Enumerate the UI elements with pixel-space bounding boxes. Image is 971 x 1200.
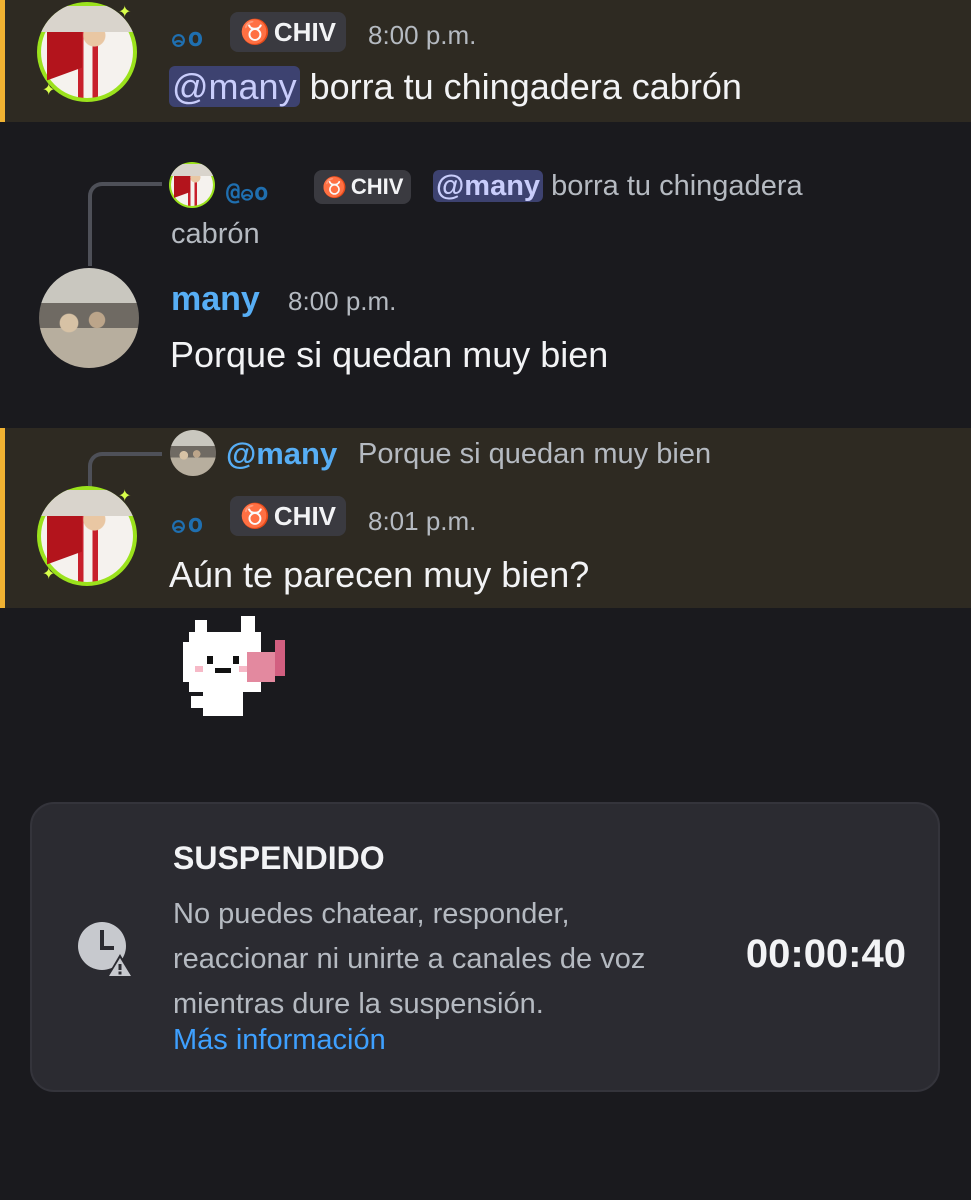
suspension-notice: SUSPENDIDO No puedes chatear, responder,… xyxy=(30,802,940,1092)
message-text: Porque si quedan muy bien xyxy=(170,334,609,375)
suspension-timer: 00:00:40 xyxy=(745,932,906,976)
timestamp: 8:00 p.m. xyxy=(368,20,477,50)
pixel-cat-sticker[interactable] xyxy=(175,612,293,724)
reply-avatar[interactable] xyxy=(169,162,215,208)
role-tag-label: CHIV xyxy=(273,16,337,47)
more-info-link[interactable]: Más información xyxy=(173,1024,386,1057)
timestamp: 8:01 p.m. xyxy=(368,506,477,536)
sparkle-icon: ✦ xyxy=(42,80,56,99)
reply-connector xyxy=(88,182,162,266)
username[interactable]: ဓo xyxy=(171,506,205,545)
goat-icon: ♉ xyxy=(322,176,347,199)
reply-mention[interactable]: @many xyxy=(433,170,544,202)
reply-author[interactable]: @many xyxy=(226,436,337,472)
reply-preview-text[interactable]: @many borra tu chingadera xyxy=(433,170,803,203)
message-content: @many borra tu chingadera cabrón xyxy=(169,66,742,108)
reply-text-line1: borra tu chingadera xyxy=(543,170,803,202)
clock-warning-icon xyxy=(78,922,134,978)
goat-icon: ♉ xyxy=(240,18,270,46)
chat-view: ✦ ✦ ဓo ♉ CHIV 8:00 p.m. @many borra tu c… xyxy=(0,0,971,1200)
sparkle-icon: ✦ xyxy=(42,564,56,583)
suspension-description: No puedes chatear, responder, reaccionar… xyxy=(173,898,646,1020)
reply-role-tag[interactable]: ♉ CHIV xyxy=(314,170,412,204)
reply-author[interactable]: @ဓo xyxy=(226,176,268,212)
username[interactable]: many xyxy=(171,280,260,319)
reply-avatar[interactable] xyxy=(170,430,216,476)
sparkle-icon: ✦ xyxy=(118,2,132,21)
avatar[interactable] xyxy=(39,268,139,368)
role-tag[interactable]: ♉ CHIV xyxy=(230,496,347,536)
message-text: borra tu chingadera cabrón xyxy=(299,66,742,107)
role-tag[interactable]: ♉ CHIV xyxy=(230,12,347,52)
timestamp: 8:00 p.m. xyxy=(288,286,397,316)
reply-preview-text[interactable]: Porque si quedan muy bien xyxy=(358,438,711,471)
reply-role-tag-label: CHIV xyxy=(350,174,404,199)
goat-icon: ♉ xyxy=(240,502,270,530)
username[interactable]: ဓo xyxy=(171,20,205,59)
message-text: Aún te parecen muy bien? xyxy=(169,554,590,595)
sparkle-icon: ✦ xyxy=(118,486,132,505)
user-mention[interactable]: @many xyxy=(169,66,300,107)
reply-text-line2: cabrón xyxy=(171,218,260,250)
role-tag-label: CHIV xyxy=(273,500,337,531)
suspension-title: SUSPENDIDO xyxy=(173,840,385,876)
